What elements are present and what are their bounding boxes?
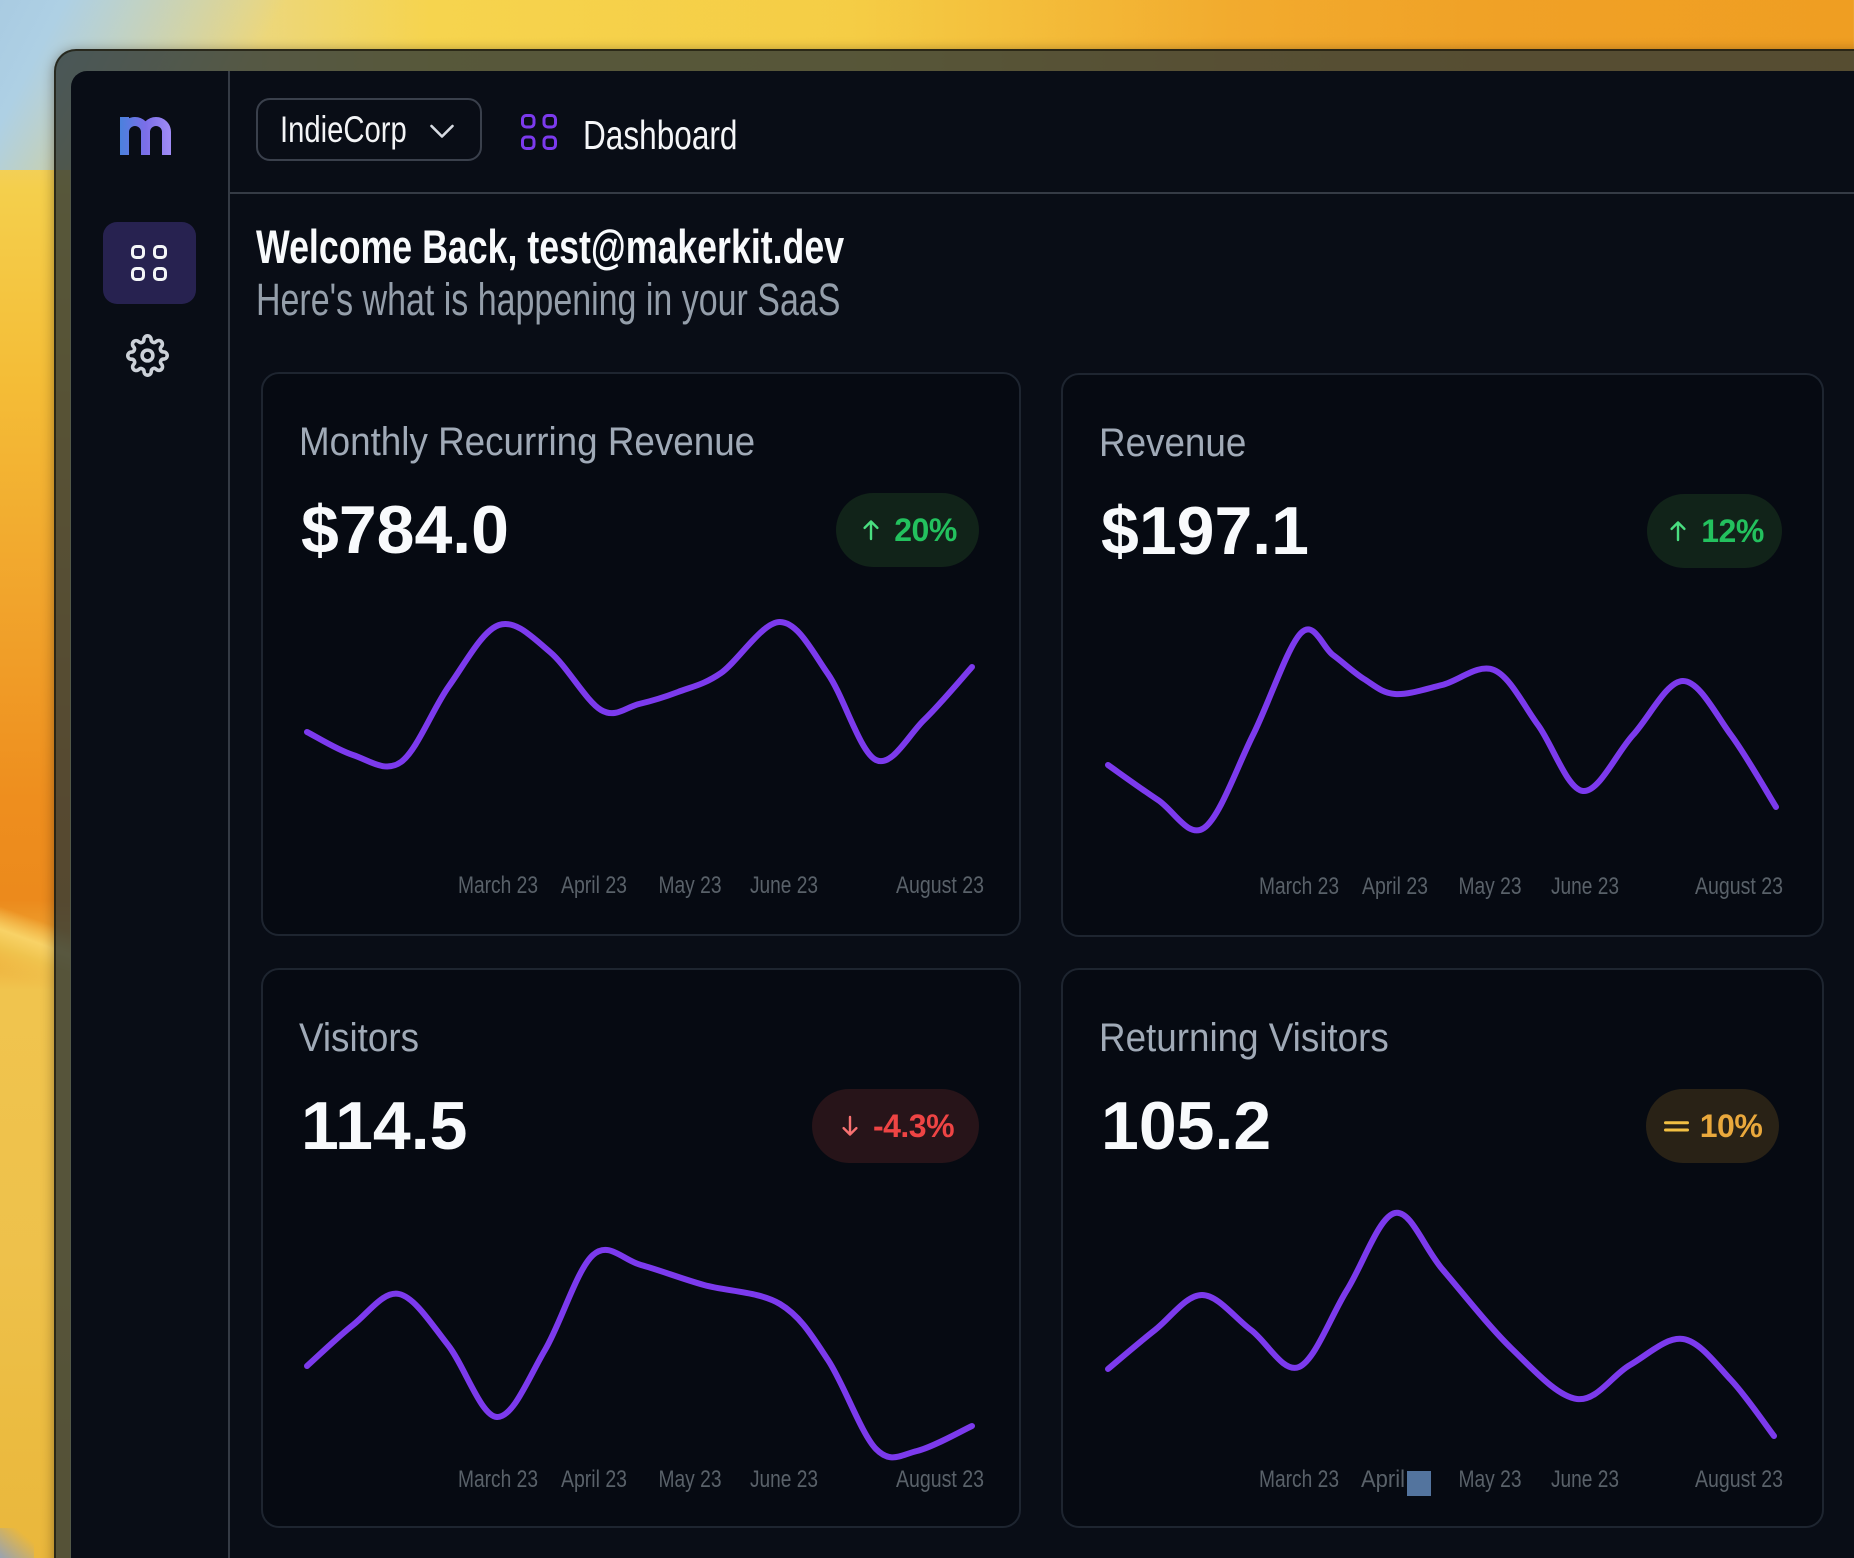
svg-text:August 23: August 23 — [896, 1466, 984, 1493]
svg-text:May 23: May 23 — [659, 1466, 722, 1493]
svg-text:May 23: May 23 — [659, 872, 722, 899]
svg-text:August 23: August 23 — [896, 872, 984, 899]
svg-text:June 23: June 23 — [1551, 873, 1619, 900]
svg-text:April: April — [1361, 1466, 1405, 1493]
svg-text:August 23: August 23 — [1695, 1466, 1783, 1493]
svg-text:March 23: March 23 — [1259, 873, 1339, 900]
svg-text:June 23: June 23 — [750, 872, 818, 899]
svg-text:April 23: April 23 — [1362, 873, 1428, 900]
svg-text:March 23: March 23 — [458, 872, 538, 899]
svg-text:March 23: March 23 — [1259, 1466, 1339, 1493]
svg-text:August 23: August 23 — [1695, 873, 1783, 900]
svg-text:May 23: May 23 — [1459, 1466, 1522, 1493]
svg-text:June 23: June 23 — [1551, 1466, 1619, 1493]
svg-text:March 23: March 23 — [458, 1466, 538, 1493]
svg-text:June 23: June 23 — [750, 1466, 818, 1493]
svg-text:April 23: April 23 — [561, 1466, 627, 1493]
svg-text:May 23: May 23 — [1459, 873, 1522, 900]
svg-text:April 23: April 23 — [561, 872, 627, 899]
